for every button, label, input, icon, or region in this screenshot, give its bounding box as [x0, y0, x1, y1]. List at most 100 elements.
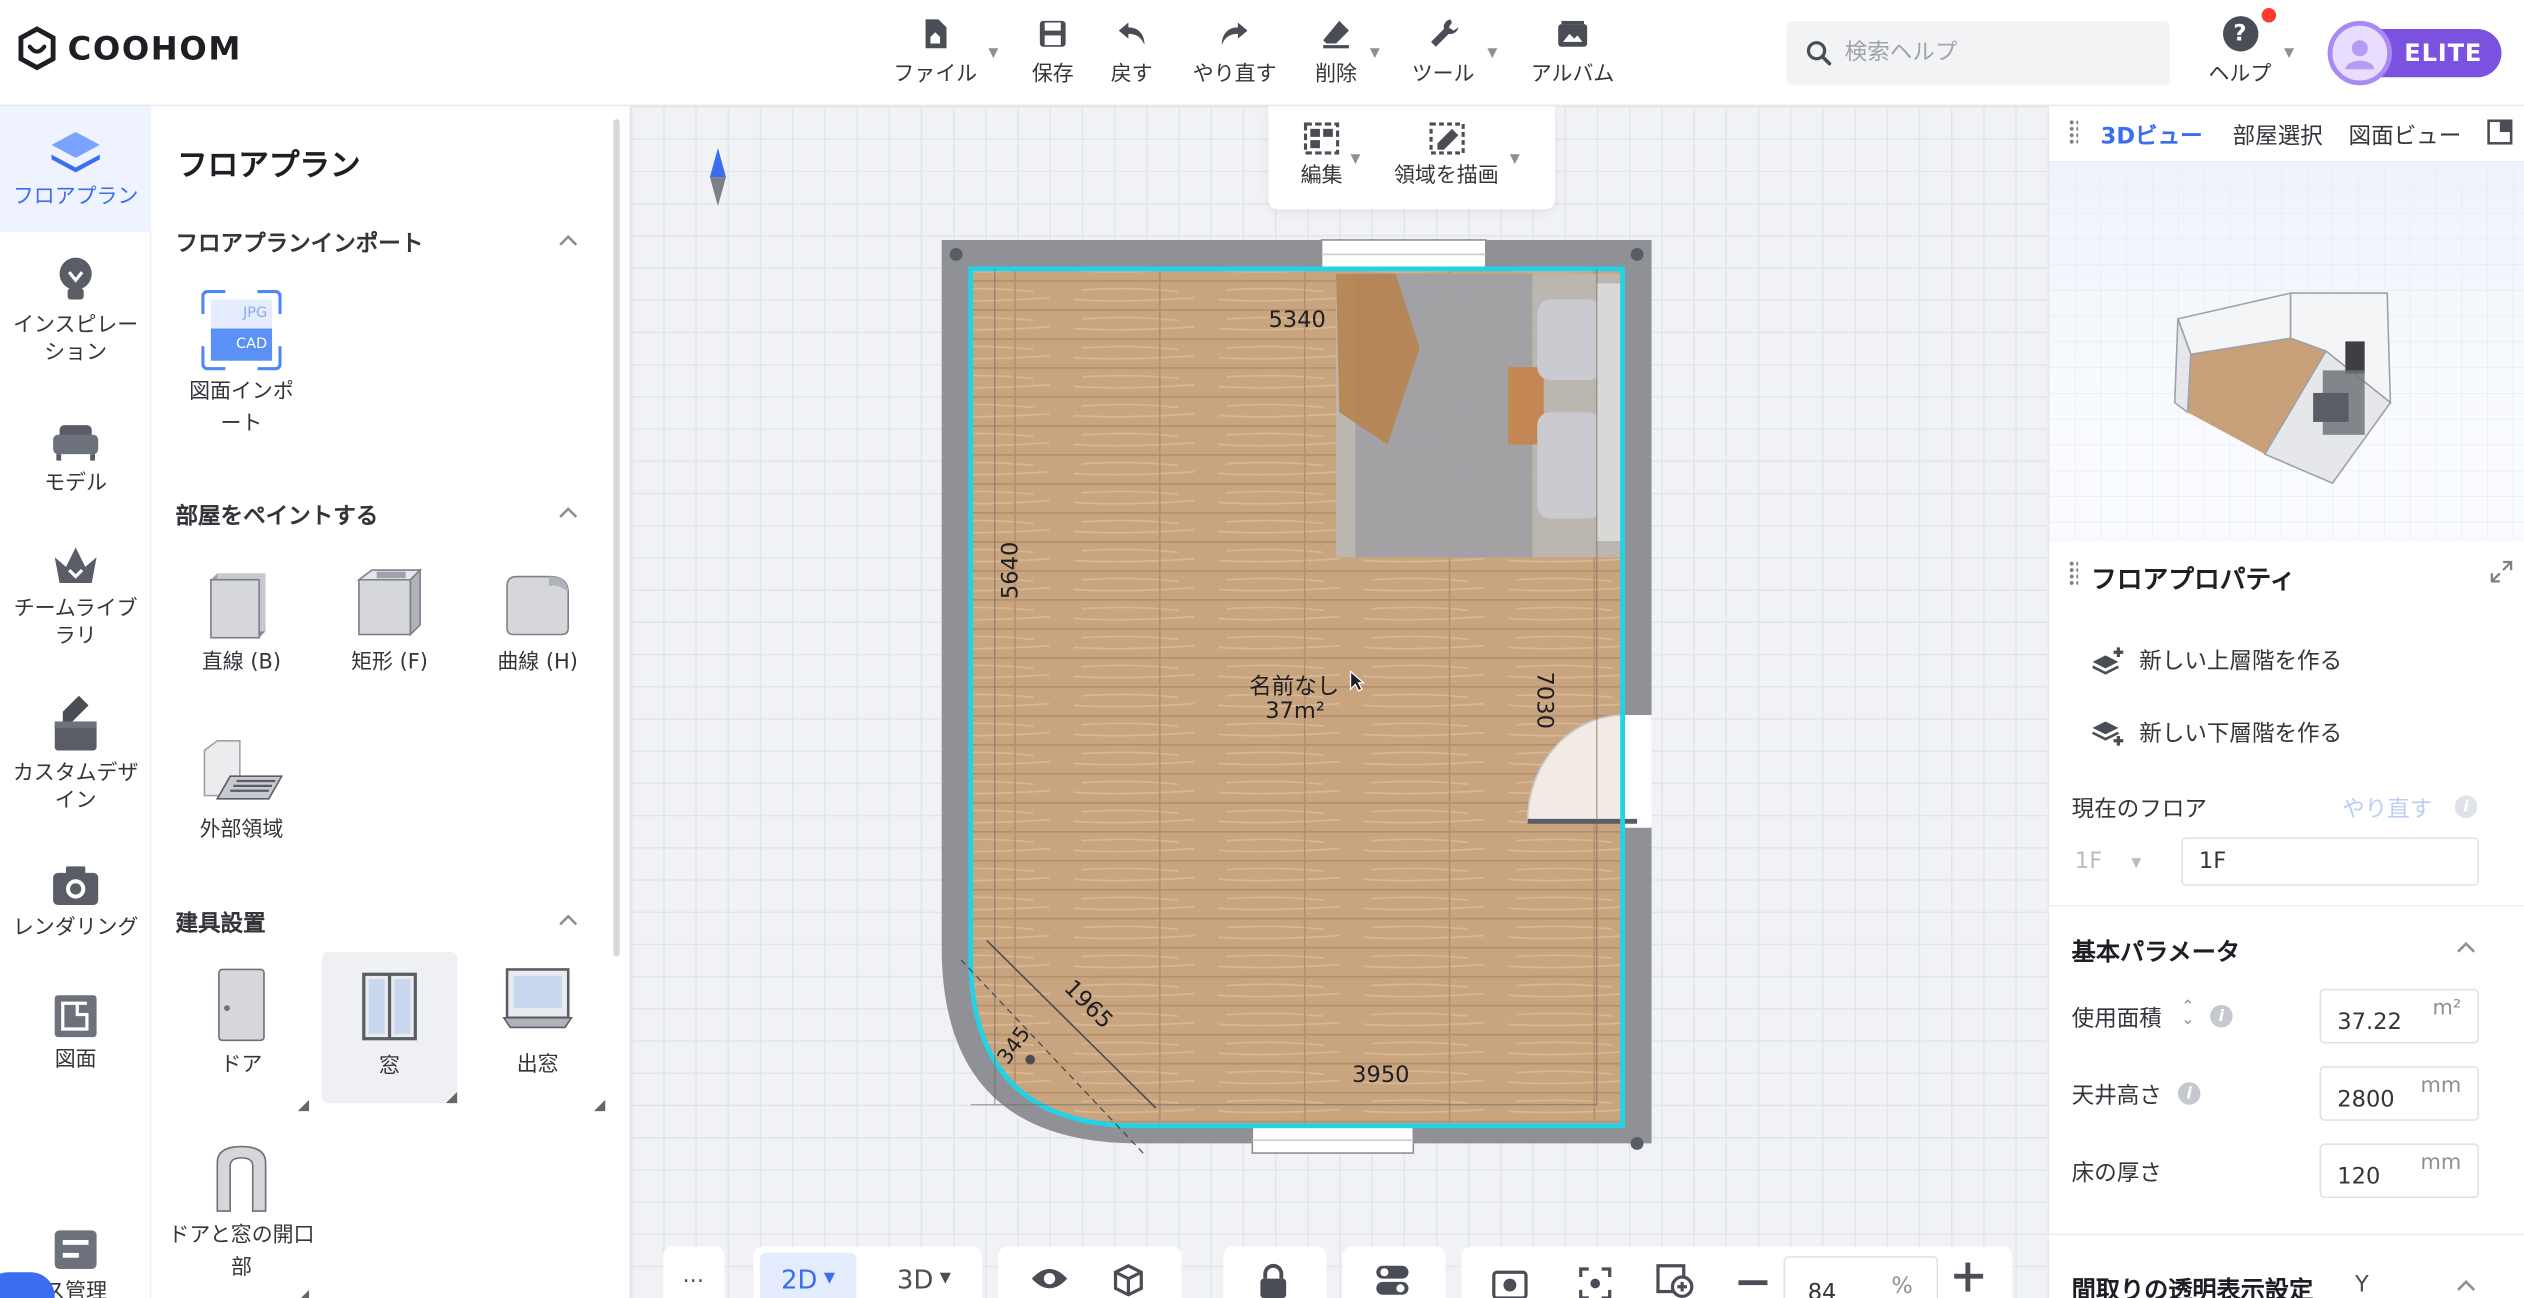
tool-panel: フロアプラン フロアプランインポート JPG CAD 図面インポート 部屋をペイ…	[151, 106, 632, 1298]
tab-room-select[interactable]: 部屋選択	[2233, 119, 2323, 151]
tools-label: ツール	[1411, 62, 1475, 87]
zoom-area-icon[interactable]	[1655, 1263, 1697, 1298]
nav-drawing[interactable]: 図面	[0, 992, 151, 1074]
door-variants-indicator[interactable]	[297, 1099, 310, 1112]
tools-caret-icon[interactable]: ▼	[1487, 45, 1497, 59]
bay-window-variants-indicator[interactable]	[593, 1099, 606, 1112]
nav-team-library[interactable]: チームライブラリ	[0, 541, 151, 651]
tile-bay-window[interactable]: 出窓	[470, 960, 606, 1112]
nav-inspiration[interactable]: インスピレーション	[0, 254, 151, 367]
bed-model[interactable]	[1336, 273, 1623, 558]
zoom-tools: 84 %	[1461, 1246, 2013, 1298]
tab-plan-view[interactable]: 図面ビュー	[2349, 119, 2462, 151]
drag-handle-icon[interactable]	[2068, 119, 2079, 145]
props-drag-handle-icon[interactable]	[2068, 560, 2079, 587]
collapse-basic-params-icon[interactable]	[2455, 937, 2478, 960]
nav-model[interactable]: モデル	[0, 419, 151, 498]
collapse-transparency-icon[interactable]	[2455, 1275, 2478, 1298]
area-sort-icon[interactable]: ⌃ ⌄	[2181, 999, 2195, 1028]
elite-badge-text: ELITE	[2404, 38, 2483, 68]
ceiling-input[interactable]: 2800 mm	[2319, 1066, 2479, 1121]
collapse-paint-icon[interactable]	[557, 502, 580, 525]
3d-preview[interactable]	[2049, 161, 2524, 538]
save-button[interactable]: 保存	[1032, 16, 1074, 87]
dim-left: 5640	[998, 541, 1024, 600]
floor-select[interactable]: 1F ▼	[2072, 837, 2175, 885]
help-button[interactable]: ? ヘルプ	[2209, 8, 2277, 87]
add-lower-floor-button[interactable]: 新しい下層階を作る	[2091, 717, 2342, 749]
crown-icon	[54, 547, 97, 583]
display-tools	[998, 1246, 1182, 1298]
expand-view-icon[interactable]	[2487, 119, 2513, 145]
file-menu[interactable]: ファイル	[893, 16, 977, 87]
floor-thickness-input[interactable]: 120 mm	[2319, 1143, 2479, 1199]
account-menu[interactable]: ELITE	[2327, 20, 2502, 86]
room-name[interactable]: 名前なし	[1249, 670, 1339, 702]
collapse-import-icon[interactable]	[557, 230, 580, 253]
tools-menu[interactable]: ツール	[1412, 16, 1475, 87]
logo[interactable]: COOHOM	[16, 26, 242, 71]
nav-rendering-label: レンダリング	[12, 916, 139, 941]
tile-door[interactable]: ドア	[174, 960, 310, 1112]
nav-custom-design[interactable]: カスタムデザイン	[0, 692, 151, 814]
import-cad-text: CAD	[210, 328, 273, 361]
album-button[interactable]: アルバム	[1531, 16, 1614, 87]
dim-bottom: 3950	[1352, 1062, 1410, 1089]
undo-icon	[1118, 22, 1145, 46]
mode-2d-button[interactable]: 2D ▼	[759, 1252, 857, 1298]
design-canvas[interactable]: 編集 ▼ 領域を描画 ▼ 5340 5640 7030 3950 1965 34…	[631, 106, 2048, 1298]
avatar	[2327, 20, 2393, 86]
nav-floorplan[interactable]: フロアプラン	[0, 106, 152, 232]
dim-right: 7030	[1530, 671, 1557, 729]
lock-icon[interactable]	[1256, 1263, 1291, 1298]
toggle-icon[interactable]	[1375, 1263, 1410, 1298]
nav-rendering[interactable]: レンダリング	[0, 863, 151, 942]
file-caret-icon[interactable]: ▼	[988, 45, 998, 59]
collapse-fixtures-icon[interactable]	[557, 910, 580, 933]
undo-button[interactable]: 戻す	[1111, 16, 1153, 87]
tile-straight-line[interactable]: 直線 (B)	[174, 564, 309, 715]
redo-button[interactable]: やり直す	[1193, 16, 1277, 87]
tile-window[interactable]: 窓	[321, 951, 458, 1104]
zoom-input[interactable]: 84 %	[1783, 1256, 1939, 1298]
help-search[interactable]	[1786, 20, 2170, 86]
ceiling-unit: mm	[2420, 1074, 2462, 1099]
tile-rectangle[interactable]: 矩形 (F)	[322, 564, 457, 715]
right-door-opening[interactable]	[1622, 715, 1652, 828]
tab-3d-view[interactable]: 3Dビュー	[2101, 119, 2203, 151]
zoom-in-button[interactable]	[1951, 1259, 1986, 1294]
delete-button[interactable]: 削除	[1315, 16, 1357, 87]
add-upper-floor-button[interactable]: 新しい上層階を作る	[2091, 644, 2342, 676]
zoom-unit: %	[1891, 1273, 1913, 1298]
zoom-out-button[interactable]	[1735, 1266, 1770, 1298]
tile-floorplan-import[interactable]: JPG CAD 図面インポート	[174, 283, 309, 450]
area-input[interactable]: 37.22 m²	[2319, 988, 2479, 1044]
tile-door-window-opening[interactable]: ドアと窓の開口部	[168, 1140, 314, 1298]
dim-top: 5340	[1268, 307, 1326, 334]
redo-floor-link[interactable]: やり直す	[2342, 792, 2432, 824]
window-variants-indicator[interactable]	[445, 1091, 458, 1104]
add-upper-floor-icon	[2092, 647, 2124, 675]
camera-settings-icon[interactable]	[1491, 1266, 1533, 1298]
nav-model-label: モデル	[44, 471, 108, 497]
delete-caret-icon[interactable]: ▼	[1370, 45, 1380, 59]
window-icon	[362, 972, 417, 1041]
fixtures-section-title: 建具設置	[175, 911, 266, 938]
mode-3d-button[interactable]: 3D ▼	[876, 1253, 973, 1298]
panel-scrollbar[interactable]	[613, 119, 620, 957]
floor-name-input[interactable]: 1F	[2181, 837, 2479, 886]
search-input[interactable]	[1844, 40, 2151, 67]
more-tools[interactable]: ...	[663, 1246, 725, 1298]
cube-view-icon[interactable]	[1111, 1263, 1146, 1298]
ceiling-info-icon: i	[2177, 1082, 2201, 1105]
tile-curve[interactable]: 曲線 (H)	[470, 564, 605, 715]
help-caret-icon[interactable]: ▼	[2284, 45, 2294, 59]
opening-variants-indicator[interactable]	[297, 1289, 310, 1298]
expand-props-icon[interactable]	[2490, 560, 2513, 583]
eye-icon[interactable]	[1030, 1266, 1069, 1292]
area-label: 使用面積	[2071, 1006, 2162, 1033]
save-icon	[1039, 20, 1066, 47]
more-button[interactable]: ...	[683, 1263, 705, 1289]
tile-exterior-area[interactable]: 外部領域	[174, 731, 309, 882]
fit-view-icon[interactable]	[1578, 1266, 1613, 1298]
